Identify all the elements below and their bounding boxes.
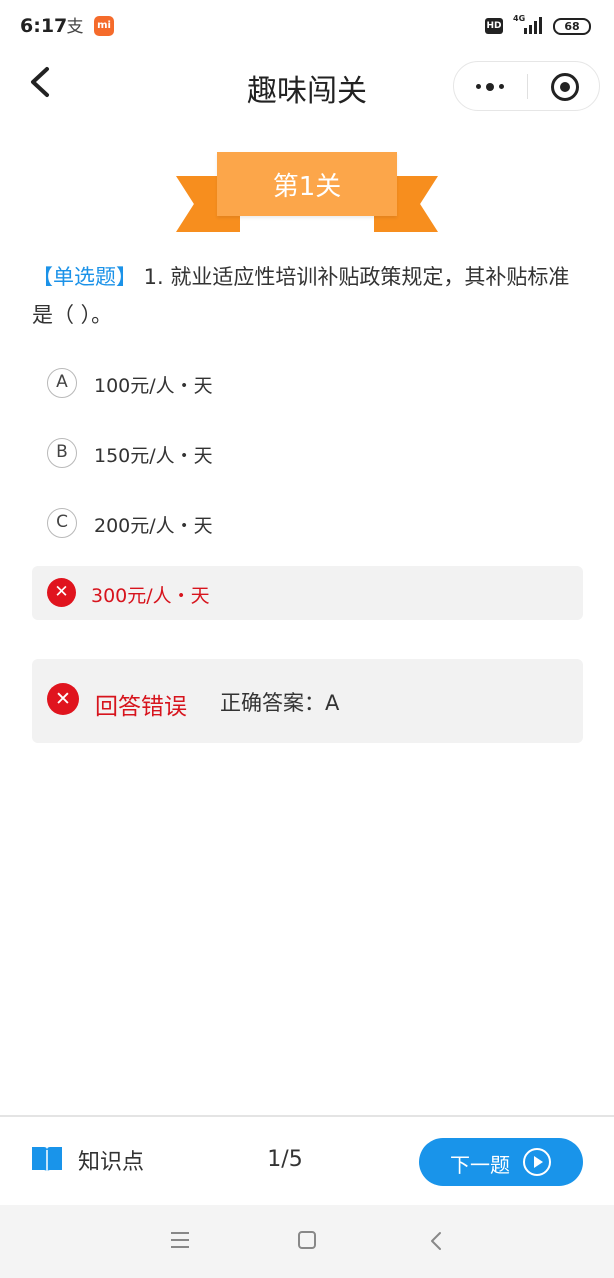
next-question-button[interactable]: 下一题: [419, 1138, 583, 1186]
level-label: 第1关: [272, 171, 342, 202]
option-letter: C: [47, 508, 77, 538]
ribbon-banner: 第1关: [217, 152, 397, 216]
option-d-wrong[interactable]: ✕ 300元/人・天: [32, 566, 583, 620]
correct-answer: 正确答案：A: [220, 691, 340, 715]
answer-result: ✕ 回答错误 正确答案：A: [32, 659, 583, 743]
play-circle-icon: [523, 1148, 551, 1176]
option-text: 150元/人・天: [94, 445, 213, 467]
option-text: 200元/人・天: [94, 515, 213, 537]
home-icon[interactable]: [298, 1231, 316, 1249]
system-nav-bar: [0, 1205, 614, 1278]
result-status: 回答错误: [95, 694, 187, 720]
option-letter: B: [47, 438, 77, 468]
back-nav-icon[interactable]: [428, 1230, 444, 1252]
bottom-bar: 知识点 1/5 下一题: [0, 1115, 614, 1205]
question: 【单选题】 1. 就业适应性培训补贴政策规定，其补贴标准是（ ）。: [32, 258, 584, 334]
option-b[interactable]: B 150元/人・天: [32, 426, 583, 480]
wrong-icon: ✕: [47, 578, 76, 607]
signal-icon: [524, 17, 542, 34]
more-icon[interactable]: [454, 62, 526, 110]
option-c[interactable]: C 200元/人・天: [32, 496, 583, 550]
hd-icon: HD: [485, 18, 503, 34]
error-circle-icon: ✕: [47, 683, 79, 715]
level-ribbon: 第1关: [176, 152, 438, 234]
option-text: 100元/人・天: [94, 375, 213, 397]
nav-bar: 趣味闯关: [0, 56, 614, 120]
option-text: 300元/人・天: [91, 585, 210, 607]
question-type: 【单选题】: [32, 265, 137, 289]
alipay-icon: 支: [66, 17, 84, 37]
battery-icon: 68: [553, 18, 591, 35]
menu-icon[interactable]: [171, 1232, 189, 1248]
next-button-label: 下一题: [450, 1153, 510, 1177]
mi-icon: mi: [94, 16, 114, 36]
status-time: 6:17: [20, 15, 68, 37]
status-bar: 6:17 支 mi HD 4G 68: [0, 0, 614, 56]
close-circle-icon[interactable]: [551, 73, 579, 101]
mini-program-capsule: [453, 61, 600, 111]
option-a[interactable]: A 100元/人・天: [32, 356, 583, 410]
option-letter: A: [47, 368, 77, 398]
capsule-divider: [527, 74, 528, 99]
